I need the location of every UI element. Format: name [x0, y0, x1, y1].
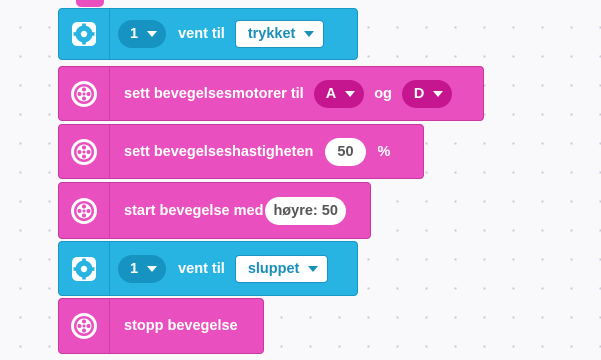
wait-until-released-block[interactable]: 1 vent til sluppet: [58, 241, 358, 296]
sensor-state-value: sluppet: [247, 260, 300, 277]
motor-port-b-dropdown[interactable]: D: [401, 79, 453, 108]
set-movement-motors-block[interactable]: sett bevegelsesmotorer til A og D: [58, 66, 484, 121]
start-movement-block[interactable]: start bevegelse med høyre: 50: [58, 182, 371, 239]
motor-icon: [68, 195, 100, 227]
unit-text: %: [377, 143, 391, 160]
sensor-icon: [69, 19, 99, 49]
motor-port-b-value: D: [413, 85, 425, 102]
chevron-down-icon: [345, 90, 356, 97]
block-text: vent til: [178, 260, 225, 277]
motor-port-a-dropdown[interactable]: A: [313, 79, 365, 108]
block-icon-cell: [59, 9, 110, 59]
block-text: sett bevegelseshastigheten: [124, 143, 314, 160]
sensor-port-dropdown[interactable]: 1: [118, 20, 167, 48]
chevron-down-icon: [304, 31, 315, 37]
block-text: start bevegelse med: [124, 202, 264, 219]
block-text: stopp bevegelse: [124, 318, 238, 334]
sensor-port-value: 1: [130, 26, 139, 42]
block-icon-cell: [59, 242, 110, 295]
chevron-down-icon: [147, 265, 158, 272]
joiner-text: og: [374, 85, 392, 102]
sensor-port-dropdown[interactable]: 1: [118, 254, 167, 283]
block-text: sett bevegelsesmotorer til: [124, 85, 304, 102]
chevron-down-icon: [147, 31, 158, 37]
block-icon-cell: [59, 67, 110, 120]
sensor-state-value: trykket: [247, 26, 296, 42]
motor-icon: [68, 310, 100, 342]
chevron-down-icon: [308, 265, 319, 272]
stop-movement-block[interactable]: stopp bevegelse: [58, 298, 264, 354]
block-icon-cell: [59, 299, 110, 353]
block-icon-cell: [59, 125, 110, 178]
speed-input[interactable]: 50: [325, 137, 366, 166]
sensor-icon: [69, 254, 99, 284]
motor-icon: [68, 136, 100, 168]
steering-input[interactable]: høyre: 50: [265, 196, 346, 225]
sensor-port-value: 1: [130, 260, 139, 277]
block-text: vent til: [178, 26, 225, 42]
chevron-down-icon: [433, 90, 444, 97]
previous-block-edge: [76, 0, 104, 7]
wait-until-pressed-block[interactable]: 1 vent til trykket: [58, 8, 358, 60]
code-workspace[interactable]: 1 vent til trykket sett bevegelsesmotore…: [0, 0, 601, 360]
block-icon-cell: [59, 183, 110, 238]
motor-port-a-value: A: [325, 85, 337, 102]
sensor-state-dropdown[interactable]: trykket: [234, 20, 325, 48]
set-movement-speed-block[interactable]: sett bevegelseshastigheten 50 %: [58, 124, 424, 179]
sensor-state-dropdown[interactable]: sluppet: [234, 254, 329, 283]
motor-icon: [68, 78, 100, 110]
